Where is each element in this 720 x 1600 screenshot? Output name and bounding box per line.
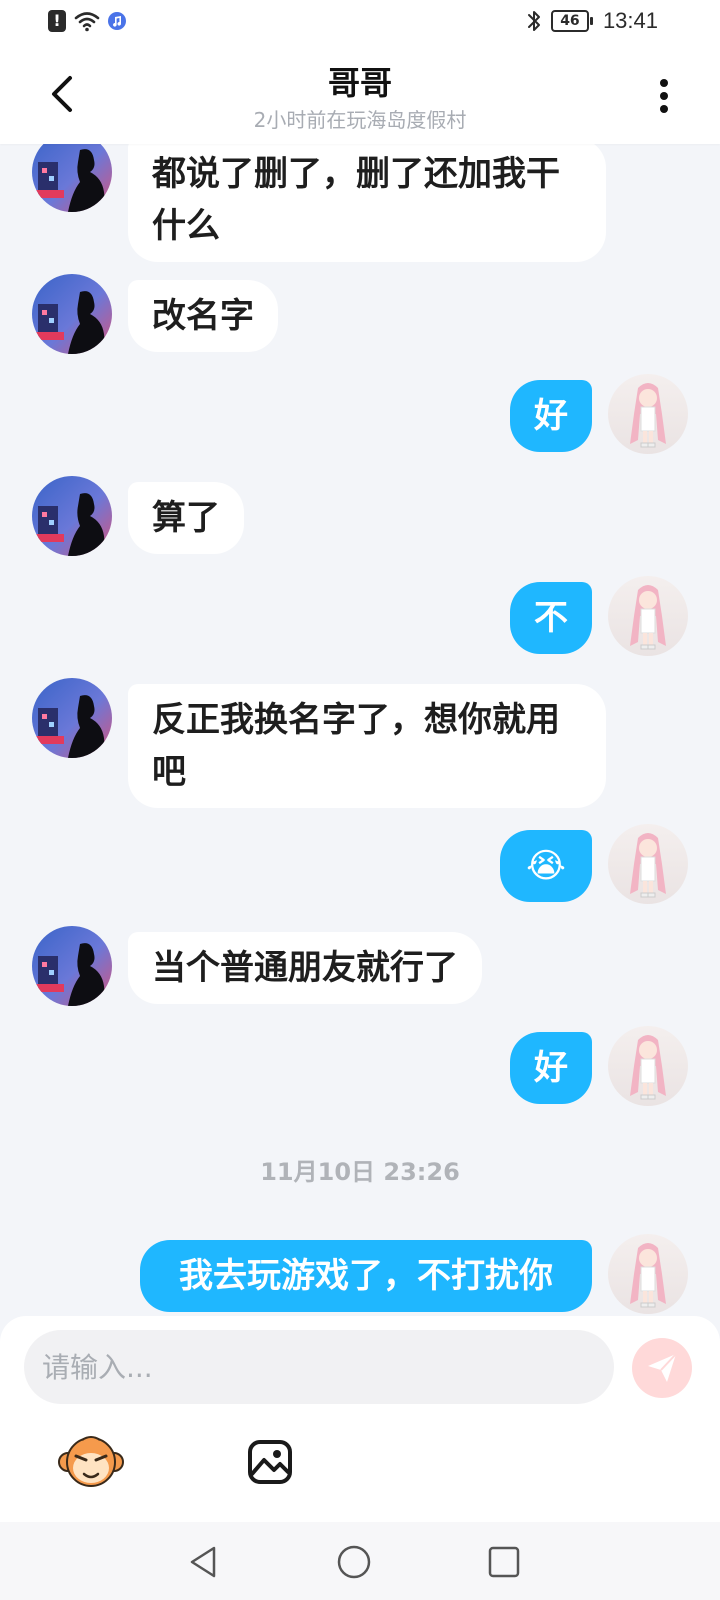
status-right: 46 13:41 <box>525 8 658 34</box>
message-bubble-incoming[interactable]: 当个普通朋友就行了 <box>128 932 482 1004</box>
wifi-icon <box>74 12 100 32</box>
my-avatar[interactable] <box>608 374 688 454</box>
status-bar: ! 46 13:41 <box>0 0 720 48</box>
battery-icon: 46 <box>550 10 593 32</box>
message-bubble-outgoing[interactable]: 好 <box>510 380 592 452</box>
message-text: 好 <box>534 396 568 436</box>
my-avatar[interactable] <box>608 1026 688 1106</box>
avatar-image <box>32 926 112 1006</box>
avatar-image <box>608 824 688 904</box>
message-bubble-incoming[interactable]: 改名字 <box>128 280 278 352</box>
send-button[interactable] <box>632 1338 692 1398</box>
contact-avatar[interactable] <box>32 678 112 758</box>
send-icon <box>648 1353 677 1382</box>
back-triangle-icon <box>190 1546 216 1578</box>
message-bubble-outgoing[interactable]: 我去玩游戏了，不打扰你 <box>140 1240 592 1312</box>
message-bubble-outgoing[interactable]: 好 <box>510 1032 592 1104</box>
avatar-image <box>608 374 688 454</box>
avatar-image <box>32 144 112 212</box>
contact-avatar[interactable] <box>32 476 112 556</box>
avatar-image <box>608 576 688 656</box>
message-input[interactable] <box>24 1330 614 1404</box>
message-bubble-outgoing[interactable]: 不 <box>510 582 592 654</box>
chat-header: 哥哥 2小时前在玩海岛度假村 <box>0 48 720 144</box>
message-text: 算了 <box>152 498 220 538</box>
avatar-image <box>32 678 112 758</box>
image-button[interactable] <box>246 1438 294 1486</box>
my-avatar[interactable] <box>608 1234 688 1314</box>
contact-avatar[interactable] <box>32 926 112 1006</box>
message-bubble-incoming[interactable]: 算了 <box>128 482 244 554</box>
status-time: 13:41 <box>602 8 658 33</box>
avatar-image <box>32 274 112 354</box>
more-vertical-icon <box>660 79 668 113</box>
recents-square-icon <box>488 1546 520 1578</box>
bluetooth-icon <box>527 11 540 31</box>
status-left: ! <box>48 10 126 32</box>
message-text: 吧 <box>152 752 186 792</box>
message-text: 不 <box>534 598 568 638</box>
home-circle-icon <box>337 1545 371 1579</box>
message-text: 什么 <box>152 206 220 246</box>
contact-status: 2小时前在玩海岛度假村 <box>253 108 467 132</box>
message-bubble-incoming[interactable]: 反正我换名字了，想你就用 吧 <box>128 684 606 808</box>
avatar-image <box>32 476 112 556</box>
message-timestamp: 11月10日 23:26 <box>260 1158 460 1186</box>
message-text: 当个普通朋友就行了 <box>152 948 458 988</box>
message-text: 好 <box>534 1048 568 1088</box>
system-navigation-bar <box>0 1522 720 1600</box>
message-text: 我去玩游戏了，不打扰你 <box>179 1256 553 1296</box>
message-composer <box>0 1316 720 1522</box>
monkey-emoji-icon <box>58 1436 124 1487</box>
message-text: 改名字 <box>152 296 254 336</box>
message-bubble-incoming[interactable]: 都说了删了，删了还加我干 什么 <box>128 144 606 262</box>
contact-avatar[interactable] <box>32 274 112 354</box>
avatar-image <box>608 1026 688 1106</box>
contact-name: 哥哥 <box>327 64 392 102</box>
avatar-image <box>608 1234 688 1314</box>
nav-home-button[interactable] <box>334 1542 374 1582</box>
image-icon <box>248 1440 292 1484</box>
emoji-button[interactable] <box>58 1434 124 1492</box>
nav-back-button[interactable] <box>184 1542 224 1582</box>
chat-area[interactable]: 都说了删了，删了还加我干 什么 改名字 好 算了 不 反正我换名字了，想你就用 … <box>0 144 720 1316</box>
alert-icon: ! <box>48 10 66 32</box>
my-avatar[interactable] <box>608 824 688 904</box>
nav-recents-button[interactable] <box>484 1542 524 1582</box>
more-button[interactable] <box>644 70 684 122</box>
music-icon <box>108 12 126 30</box>
crying-emoji: 😭 <box>526 846 566 886</box>
message-text: 都说了删了，删了还加我干 <box>152 154 560 194</box>
my-avatar[interactable] <box>608 576 688 656</box>
message-text: 反正我换名字了，想你就用 <box>152 700 560 740</box>
contact-avatar[interactable] <box>32 144 112 212</box>
message-bubble-outgoing[interactable]: 😭 <box>500 830 592 902</box>
